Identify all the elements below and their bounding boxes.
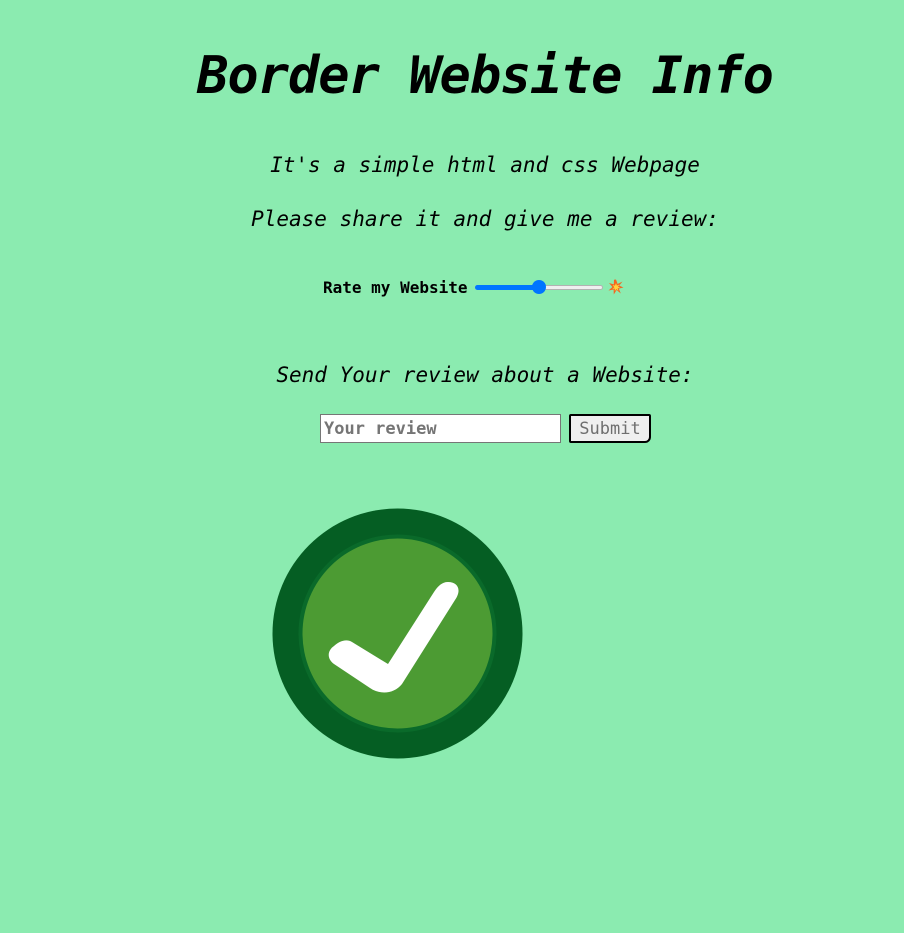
rating-slider[interactable] xyxy=(474,279,603,295)
rating-row: Rate my Website xyxy=(323,272,624,302)
submit-button[interactable]: Submit xyxy=(569,414,651,443)
checkmark-circle-icon xyxy=(272,508,523,759)
page-title: Border Website Info xyxy=(197,46,774,106)
review-heading: Send Your review about a Website: xyxy=(276,363,694,387)
rating-label: Rate my Website xyxy=(323,277,468,297)
intro-text: It's a simple html and css Webpage xyxy=(270,153,700,177)
review-form: Submit xyxy=(320,414,651,443)
review-input[interactable] xyxy=(320,414,561,443)
slider-fill xyxy=(474,285,539,290)
collision-burst-icon xyxy=(608,279,623,295)
share-request-text: Please share it and give me a review: xyxy=(251,207,719,231)
slider-thumb[interactable] xyxy=(531,280,546,294)
badge-inner-circle xyxy=(302,538,493,729)
